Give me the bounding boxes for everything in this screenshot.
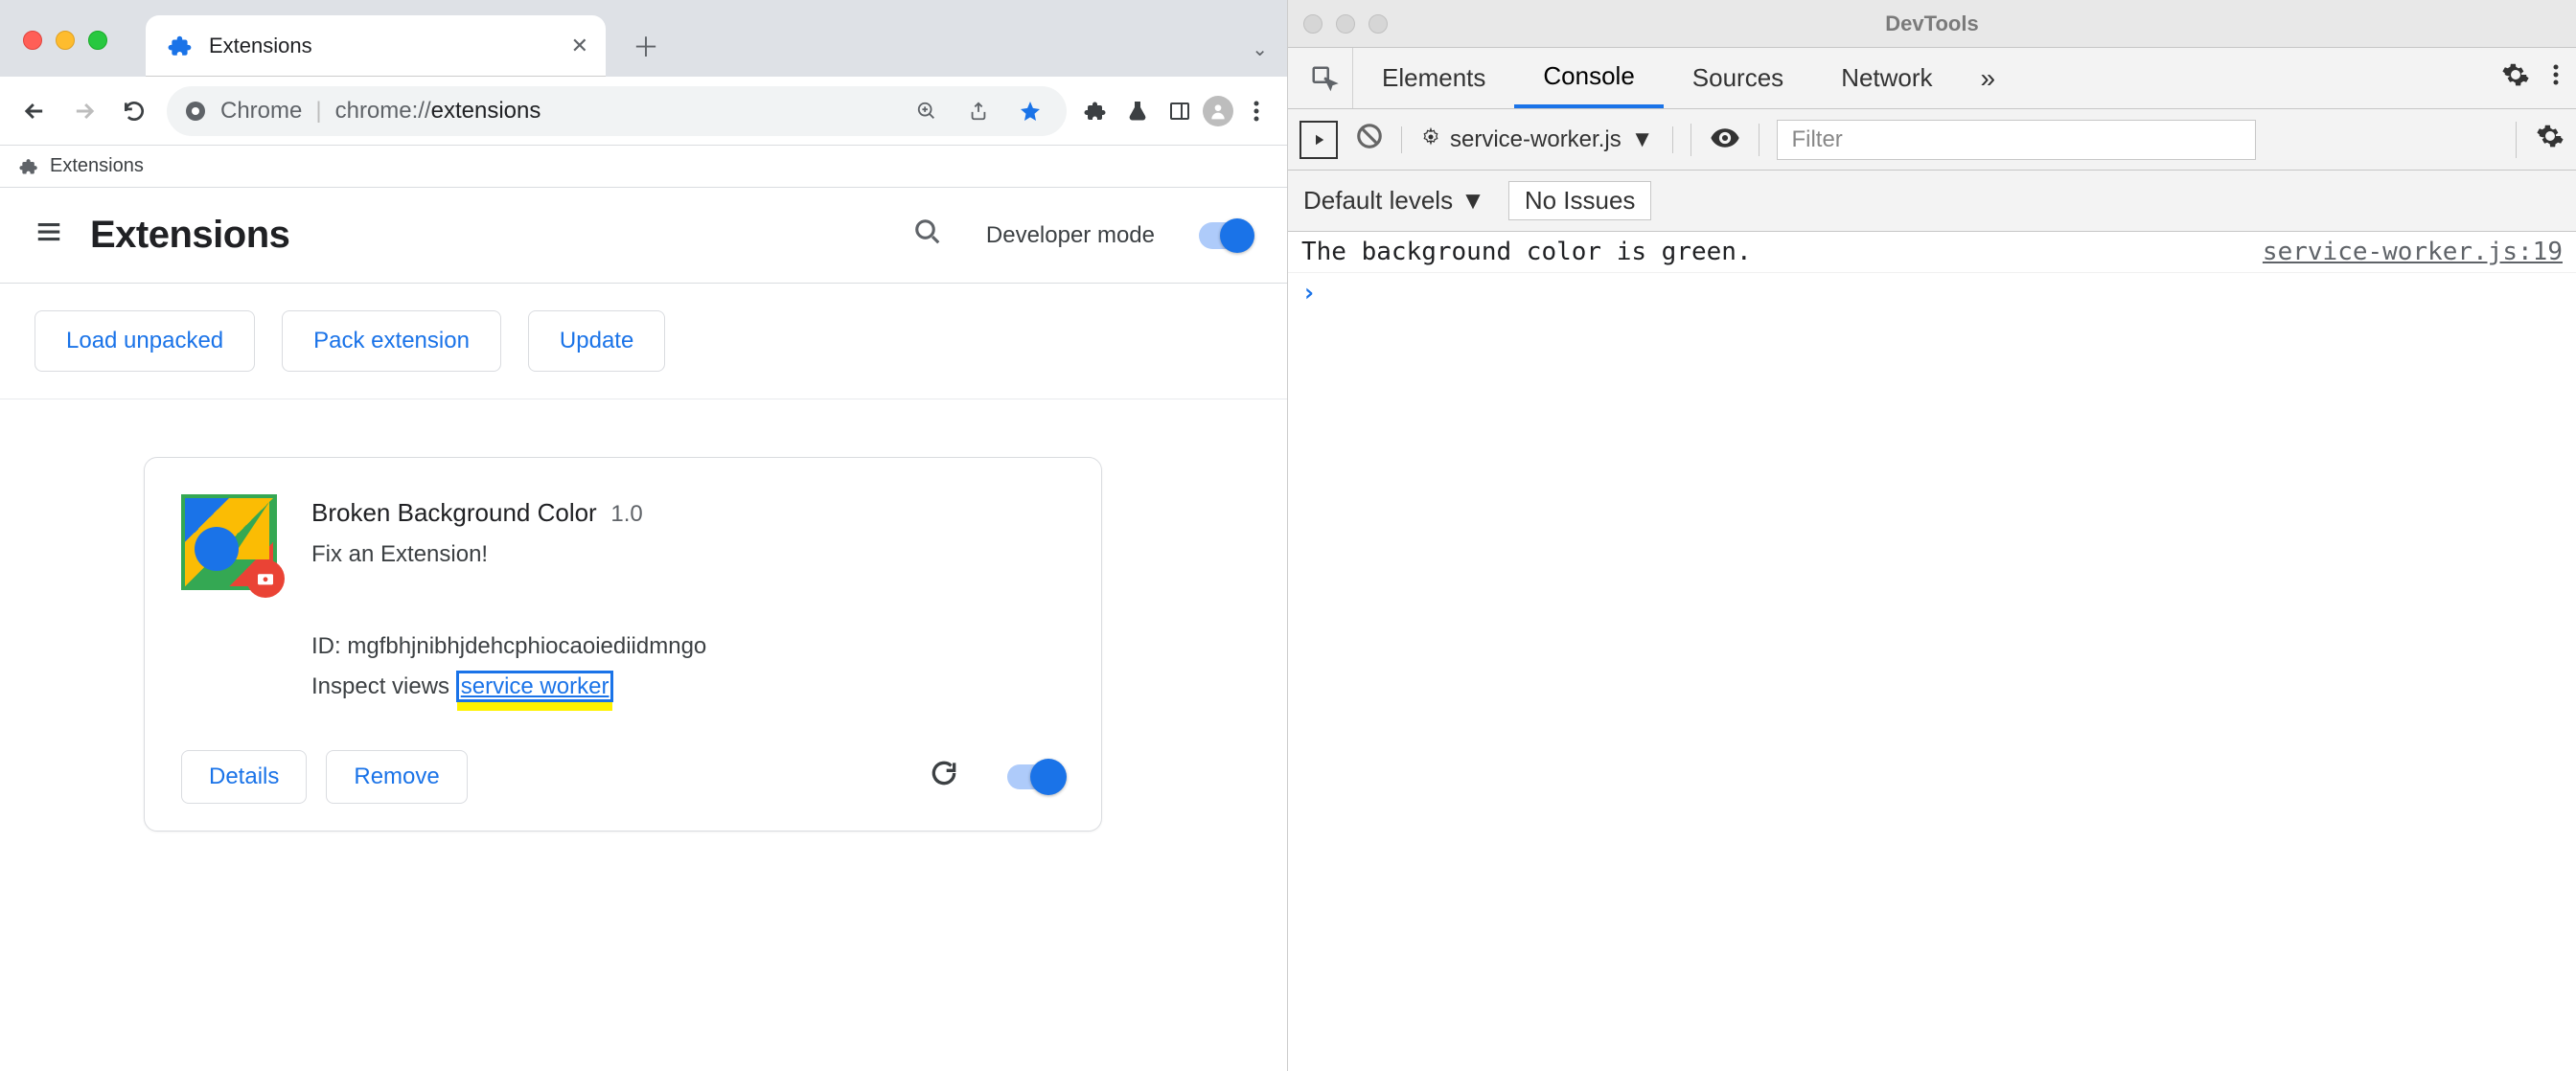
reload-extension-icon[interactable] bbox=[929, 758, 959, 796]
filter-input[interactable] bbox=[1777, 120, 2256, 160]
hamburger-icon[interactable] bbox=[34, 217, 63, 254]
console-log-row: The background color is green. service-w… bbox=[1288, 232, 2576, 273]
gear-icon bbox=[1421, 126, 1440, 153]
console-output: The background color is green. service-w… bbox=[1288, 232, 2576, 1071]
tab-sources[interactable]: Sources bbox=[1664, 48, 1812, 108]
share-icon[interactable] bbox=[959, 92, 998, 130]
reload-button[interactable] bbox=[111, 88, 157, 134]
clear-console-icon[interactable] bbox=[1355, 122, 1384, 158]
menu-kebab-icon[interactable] bbox=[2553, 62, 2559, 95]
extension-card: Broken Background Color 1.0 Fix an Exten… bbox=[144, 457, 1102, 832]
extensions-header: Extensions Developer mode bbox=[0, 188, 1287, 284]
extension-id-value: mgfbhjnibhjdehcphiocaoiediidmngo bbox=[347, 633, 706, 659]
profile-avatar[interactable] bbox=[1203, 96, 1233, 126]
developer-mode-label: Developer mode bbox=[986, 222, 1155, 249]
address-bar[interactable]: Chrome | chrome://extensions bbox=[167, 86, 1067, 136]
update-button[interactable]: Update bbox=[528, 310, 665, 372]
dropdown-icon: ▼ bbox=[1631, 126, 1654, 153]
omnibox-url-path: extensions bbox=[431, 98, 541, 124]
puzzle-piece-icon bbox=[19, 157, 38, 176]
tab-console[interactable]: Console bbox=[1514, 48, 1663, 108]
bookmark-item[interactable]: Extensions bbox=[50, 155, 144, 177]
error-badge-icon bbox=[246, 559, 285, 598]
extension-id-label: ID: bbox=[311, 633, 341, 659]
tab-overflow-icon[interactable]: » bbox=[1962, 48, 2015, 108]
back-button[interactable] bbox=[12, 88, 58, 134]
extension-version: 1.0 bbox=[610, 501, 642, 527]
tab-elements[interactable]: Elements bbox=[1353, 48, 1514, 108]
page-title: Extensions bbox=[90, 214, 886, 257]
menu-kebab-icon[interactable] bbox=[1237, 92, 1276, 130]
extension-name: Broken Background Color bbox=[311, 498, 597, 527]
tab-strip: Extensions ✕ ＋ ⌄ bbox=[0, 0, 1287, 77]
issues-button[interactable]: No Issues bbox=[1508, 181, 1652, 220]
forward-button[interactable] bbox=[61, 88, 107, 134]
extensions-toolbar-icon[interactable] bbox=[1076, 92, 1115, 130]
log-source-link[interactable]: service-worker.js:19 bbox=[2263, 238, 2563, 266]
remove-button[interactable]: Remove bbox=[326, 750, 467, 804]
live-expression-icon[interactable] bbox=[1690, 124, 1760, 156]
devtools-titlebar: DevTools bbox=[1288, 0, 2576, 48]
log-message: The background color is green. bbox=[1301, 238, 2263, 266]
tab-title: Extensions bbox=[209, 34, 571, 58]
tab-overflow-icon[interactable]: ⌄ bbox=[1252, 37, 1268, 61]
devtools-title: DevTools bbox=[1288, 11, 2576, 36]
search-icon[interactable] bbox=[913, 217, 942, 253]
close-tab-icon[interactable]: ✕ bbox=[571, 34, 588, 58]
window-controls bbox=[0, 31, 107, 77]
settings-gear-icon[interactable] bbox=[2501, 60, 2530, 97]
browser-tab[interactable]: Extensions ✕ bbox=[146, 15, 606, 77]
browser-toolbar: Chrome | chrome://extensions bbox=[0, 77, 1287, 146]
extension-info: Broken Background Color 1.0 Fix an Exten… bbox=[311, 494, 1065, 704]
minimize-window-icon[interactable] bbox=[56, 31, 75, 50]
new-tab-button[interactable]: ＋ bbox=[623, 23, 669, 69]
extensions-action-bar: Load unpacked Pack extension Update bbox=[0, 284, 1287, 399]
element-picker-icon[interactable] bbox=[1296, 48, 1353, 108]
omnibox-url: chrome://extensions bbox=[335, 98, 541, 125]
maximize-window-icon[interactable] bbox=[88, 31, 107, 50]
console-prompt[interactable]: › bbox=[1288, 273, 2576, 313]
extensions-list: Broken Background Color 1.0 Fix an Exten… bbox=[0, 399, 1287, 1071]
zoom-icon[interactable] bbox=[908, 92, 946, 130]
context-name: service-worker.js bbox=[1450, 126, 1622, 153]
omnibox-divider: | bbox=[315, 98, 321, 125]
filter-field[interactable] bbox=[1777, 120, 2256, 160]
omnibox-url-scheme: chrome:// bbox=[335, 98, 431, 124]
execution-context-selector[interactable]: service-worker.js ▼ bbox=[1401, 126, 1673, 153]
dropdown-icon: ▼ bbox=[1460, 186, 1485, 216]
devtools-window: DevTools Elements Console Sources Networ… bbox=[1288, 0, 2576, 1071]
developer-mode-toggle[interactable] bbox=[1199, 222, 1253, 249]
bookmarks-bar: Extensions bbox=[0, 146, 1287, 188]
chrome-window: Extensions ✕ ＋ ⌄ Chrome | chrome://exten… bbox=[0, 0, 1288, 1071]
close-window-icon[interactable] bbox=[23, 31, 42, 50]
extension-enable-toggle[interactable] bbox=[1007, 764, 1065, 789]
load-unpacked-button[interactable]: Load unpacked bbox=[34, 310, 255, 372]
details-button[interactable]: Details bbox=[181, 750, 307, 804]
pack-extension-button[interactable]: Pack extension bbox=[282, 310, 501, 372]
levels-label: Default levels bbox=[1303, 186, 1453, 216]
omnibox-scheme-label: Chrome bbox=[220, 98, 302, 125]
service-worker-link[interactable]: service worker bbox=[456, 671, 614, 702]
labs-icon[interactable] bbox=[1118, 92, 1157, 130]
toggle-sidebar-icon[interactable] bbox=[1300, 121, 1338, 159]
puzzle-piece-icon bbox=[167, 33, 194, 59]
chrome-icon bbox=[184, 100, 207, 123]
extension-description: Fix an Extension! bbox=[311, 537, 1065, 572]
log-levels-selector[interactable]: Default levels ▼ bbox=[1303, 186, 1485, 216]
console-toolbar: service-worker.js ▼ bbox=[1288, 109, 2576, 171]
console-settings-icon[interactable] bbox=[2516, 122, 2564, 158]
side-panel-icon[interactable] bbox=[1161, 92, 1199, 130]
devtools-tab-bar: Elements Console Sources Network » bbox=[1288, 48, 2576, 109]
console-toolbar-2: Default levels ▼ No Issues bbox=[1288, 171, 2576, 232]
tab-network[interactable]: Network bbox=[1812, 48, 1961, 108]
bookmark-star-icon[interactable] bbox=[1011, 92, 1049, 130]
inspect-views-label: Inspect views bbox=[311, 673, 449, 699]
extension-icon bbox=[181, 494, 277, 590]
